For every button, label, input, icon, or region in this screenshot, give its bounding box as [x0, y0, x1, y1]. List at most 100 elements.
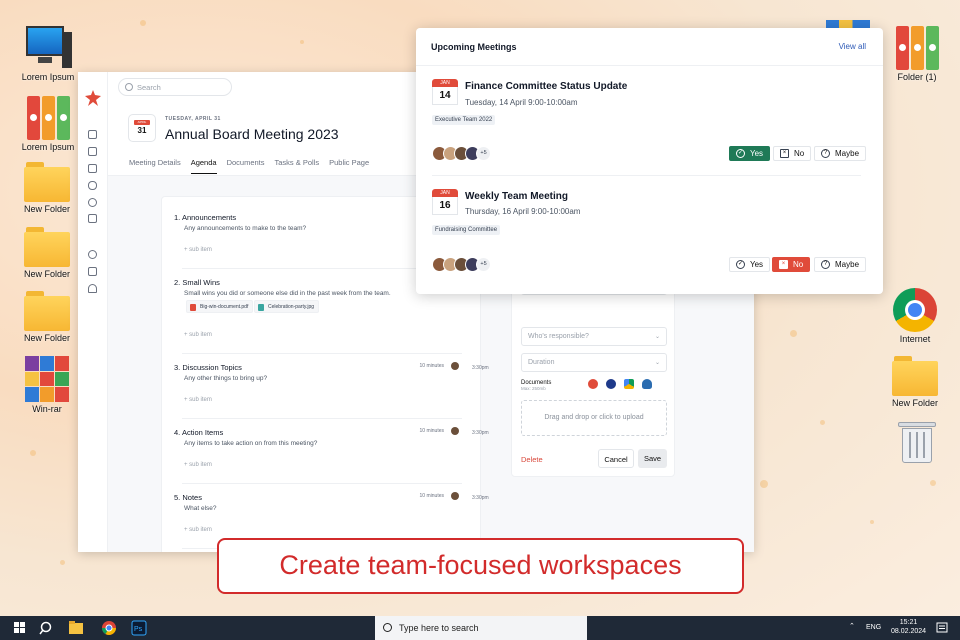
- google-drive-icon[interactable]: [624, 379, 634, 389]
- clipboard-icon[interactable]: [88, 214, 97, 223]
- meeting-month: JAN: [432, 79, 458, 87]
- file-attachment[interactable]: Celebration-party.jpg: [254, 300, 320, 313]
- desktop-icon-label: Lorem Ipsum: [21, 142, 75, 152]
- tab-meeting-details[interactable]: Meeting Details: [129, 158, 181, 174]
- clock[interactable]: 15:21 08.02.2024: [891, 618, 926, 636]
- desktop-icon-new-folder-1[interactable]: New Folder: [12, 162, 82, 214]
- save-button[interactable]: Save: [638, 449, 667, 468]
- desktop-icon-folder-1[interactable]: Folder (1): [882, 26, 952, 82]
- search-placeholder: Search: [137, 83, 161, 92]
- calendar-day: 31: [137, 126, 147, 135]
- rsvp-yes-button[interactable]: ✓ Yes: [729, 146, 771, 161]
- view-all-link[interactable]: View all: [839, 42, 866, 51]
- desktop-icon-lorem-ipsum-2[interactable]: Lorem Ipsum: [13, 96, 83, 152]
- card-icon[interactable]: [88, 267, 97, 276]
- agenda-item-number: 3.: [174, 363, 181, 372]
- recycle-bin-icon[interactable]: [898, 420, 936, 464]
- home-icon[interactable]: [88, 130, 97, 139]
- add-sub-item-link[interactable]: + sub item: [184, 527, 212, 533]
- file-dropzone[interactable]: Drag and drop or click to upload: [521, 400, 667, 436]
- meeting-calendar-icon: APRIL 31: [128, 114, 156, 142]
- winrar-icon: [25, 356, 69, 402]
- search-icon[interactable]: [31, 616, 59, 640]
- rsvp-label: No: [793, 260, 804, 269]
- search-input[interactable]: Search: [118, 78, 232, 96]
- meeting-date: Thursday, 16 April 9:00-10:00am: [465, 207, 581, 216]
- agenda-item[interactable]: 5. Notes What else? 10 minutes + sub ite…: [174, 492, 464, 549]
- desktop-icon-new-folder-4[interactable]: New Folder: [880, 356, 950, 408]
- file-name: Celebration-party.jpg: [268, 304, 315, 310]
- upload-source-icon[interactable]: [606, 379, 616, 389]
- app-logo-icon[interactable]: [85, 90, 101, 106]
- rsvp-maybe-button[interactable]: ? Maybe: [814, 146, 867, 161]
- tab-tasks-polls[interactable]: Tasks & Polls: [275, 158, 320, 174]
- settings-icon[interactable]: [88, 250, 97, 259]
- chat-icon[interactable]: [88, 181, 97, 190]
- tab-public-page[interactable]: Public Page: [329, 158, 369, 174]
- file-attachment[interactable]: Big-win-document.pdf: [186, 300, 254, 313]
- agenda-item[interactable]: 4. Action Items Any items to take action…: [174, 427, 464, 484]
- tab-agenda[interactable]: Agenda: [190, 158, 217, 174]
- agenda-item-time: 3:30pm: [472, 495, 489, 501]
- desktop-icon-winrar[interactable]: Win-rar: [12, 356, 82, 414]
- windows-start-icon[interactable]: [6, 616, 34, 640]
- select-placeholder: Who's responsible?: [528, 333, 589, 340]
- agenda-item-title: Discussion Topics: [182, 363, 242, 372]
- calendar-icon[interactable]: [88, 164, 97, 173]
- tab-documents[interactable]: Documents: [227, 158, 265, 174]
- cancel-button[interactable]: Cancel: [598, 449, 634, 468]
- app-source-icon[interactable]: [588, 379, 598, 389]
- document-icon[interactable]: [88, 147, 97, 156]
- bell-icon[interactable]: [88, 284, 97, 293]
- desktop-icon-label: Lorem Ipsum: [21, 72, 75, 82]
- search-icon: [125, 83, 133, 91]
- users-icon[interactable]: [88, 198, 97, 207]
- language-indicator[interactable]: ENG: [866, 624, 881, 631]
- notification-icon[interactable]: [936, 622, 948, 636]
- chevron-up-icon[interactable]: ⌃: [849, 622, 855, 630]
- meeting-title[interactable]: Weekly Team Meeting: [465, 191, 568, 202]
- meeting-tabs: Meeting Details Agenda Documents Tasks &…: [129, 158, 369, 174]
- documents-label: Documents Max: 250mb: [521, 380, 551, 391]
- sidebar-rail: [78, 72, 108, 552]
- meeting-calendar-icon: JAN 16: [432, 189, 458, 215]
- add-sub-item-link[interactable]: + sub item: [184, 247, 212, 253]
- add-sub-item-link[interactable]: + sub item: [184, 397, 212, 403]
- attendee-avatars[interactable]: +5: [432, 257, 491, 272]
- rsvp-maybe-button[interactable]: ? Maybe: [814, 257, 867, 272]
- chrome-taskbar-icon[interactable]: [95, 616, 123, 640]
- agenda-item[interactable]: 3. Discussion Topics Any other things to…: [174, 362, 464, 419]
- divider: [182, 418, 462, 419]
- photoshop-icon[interactable]: Ps: [125, 616, 153, 640]
- question-icon: ?: [821, 149, 830, 158]
- agenda-item-number: 1.: [174, 213, 181, 222]
- file-explorer-icon[interactable]: [62, 616, 90, 640]
- desktop-icon-lorem-ipsum-1[interactable]: Lorem Ipsum: [13, 26, 83, 82]
- taskbar-search-input[interactable]: Type here to search: [375, 616, 587, 640]
- duration-select[interactable]: Duration ⌄: [521, 353, 667, 372]
- add-sub-item-link[interactable]: + sub item: [184, 332, 212, 338]
- responsible-select[interactable]: Who's responsible? ⌄: [521, 327, 667, 346]
- file-name: Big-win-document.pdf: [200, 304, 249, 310]
- folder-icon: [24, 162, 70, 202]
- add-sub-item-link[interactable]: + sub item: [184, 462, 212, 468]
- desktop-icon-internet[interactable]: Internet: [880, 288, 950, 344]
- meeting-date: TUESDAY, APRIL 31: [165, 116, 221, 122]
- meeting-title[interactable]: Finance Committee Status Update: [465, 81, 627, 92]
- attendee-avatars[interactable]: +5: [432, 146, 491, 161]
- desktop-icon-new-folder-2[interactable]: New Folder: [12, 227, 82, 279]
- desktop-icon-label: Win-rar: [32, 404, 62, 414]
- more-attendees-count: +5: [476, 146, 491, 161]
- binders-icon: [894, 26, 940, 70]
- agenda-item-description: Any items to take action on from this me…: [184, 440, 318, 447]
- rsvp-no-button[interactable]: × No: [773, 146, 812, 161]
- onedrive-icon[interactable]: [642, 379, 652, 389]
- svg-text:Ps: Ps: [134, 626, 143, 633]
- check-icon: ✓: [736, 260, 745, 269]
- rsvp-no-button[interactable]: × No: [772, 257, 811, 272]
- page-title: Annual Board Meeting 2023: [165, 126, 339, 142]
- rsvp-yes-button[interactable]: ✓ Yes: [729, 257, 771, 272]
- desktop-icon-new-folder-3[interactable]: New Folder: [12, 291, 82, 343]
- delete-button[interactable]: Delete: [521, 455, 543, 464]
- meeting-month: JAN: [432, 189, 458, 197]
